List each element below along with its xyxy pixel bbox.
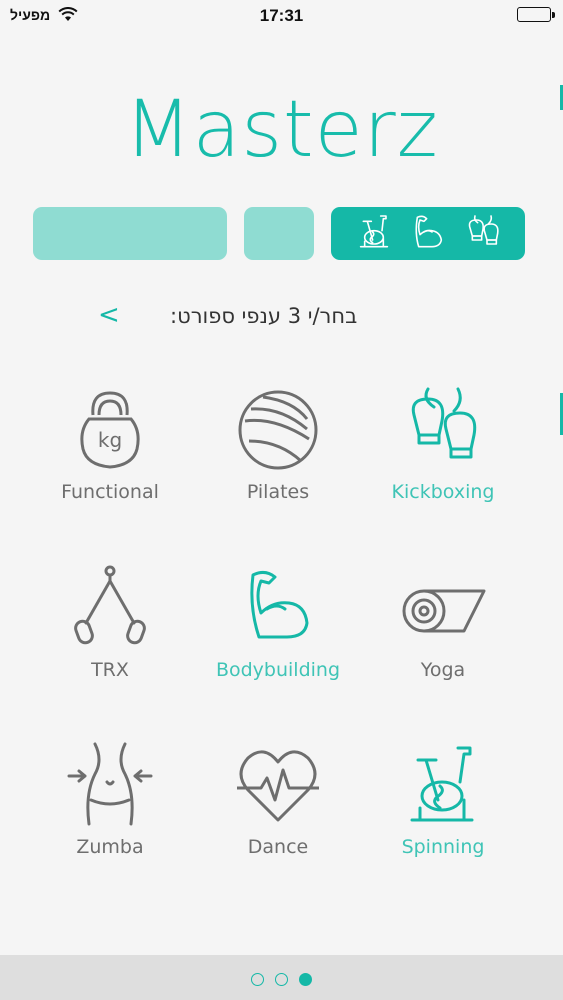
- boxing-gloves-icon: [358, 385, 528, 475]
- sport-label: Functional: [61, 481, 159, 503]
- back-chevron-icon[interactable]: <: [98, 300, 120, 330]
- selection-slot-1[interactable]: [33, 207, 227, 260]
- page-dot-3[interactable]: [299, 973, 313, 986]
- spinning-bike-icon: [354, 212, 394, 256]
- kettlebell-kg-text: kg: [98, 428, 122, 452]
- bodybuilding-arm-icon: [408, 212, 448, 256]
- flexed-arm-icon: [193, 563, 363, 653]
- heartbeat-icon: [193, 740, 363, 830]
- selection-slot-2[interactable]: [244, 207, 314, 260]
- status-bar: מפעיל 17:31: [0, 0, 563, 32]
- trx-straps-icon: [25, 563, 195, 653]
- kettlebell-icon: kg: [25, 385, 195, 475]
- app-title: Masterz: [124, 85, 439, 175]
- yoga-mat-icon: [358, 563, 528, 653]
- sport-yoga[interactable]: Yoga: [358, 563, 528, 681]
- boxing-gloves-icon: [463, 212, 503, 256]
- page-dot-2[interactable]: [275, 973, 288, 986]
- page-dot-1[interactable]: [250, 973, 264, 986]
- battery-icon: [517, 7, 555, 22]
- sport-label: Yoga: [420, 659, 466, 681]
- sport-zumba[interactable]: Zumba: [25, 740, 195, 858]
- sport-dance[interactable]: Dance: [193, 740, 363, 858]
- sport-bodybuilding[interactable]: Bodybuilding: [193, 563, 363, 681]
- pilates-ball-icon: [193, 385, 363, 475]
- app-logo: Masterz: [0, 80, 563, 180]
- page-indicator: [0, 969, 563, 988]
- sport-pilates[interactable]: Pilates: [193, 385, 363, 503]
- sport-functional[interactable]: kg Functional: [25, 385, 195, 503]
- sport-label: Kickboxing: [391, 481, 495, 503]
- spinning-bike-icon: [358, 740, 528, 830]
- sport-label: Pilates: [246, 481, 310, 503]
- sport-trx[interactable]: TRX: [25, 563, 195, 681]
- sport-label: TRX: [91, 659, 129, 681]
- footer-bar: [0, 955, 563, 1000]
- sport-label: Dance: [247, 836, 309, 858]
- sport-spinning[interactable]: Spinning: [358, 740, 528, 858]
- waist-icon: [25, 740, 195, 830]
- status-time: 17:31: [259, 6, 304, 25]
- instruction-text: בחר/י 3 ענפי ספורט:: [170, 304, 358, 328]
- sport-kickboxing[interactable]: Kickboxing: [358, 385, 528, 503]
- sport-label: Spinning: [401, 836, 485, 858]
- instruction-row: < בחר/י 3 ענפי ספורט:: [0, 300, 563, 340]
- selection-slot-filled[interactable]: [331, 207, 525, 260]
- sport-label: Zumba: [76, 836, 144, 858]
- sport-label: Bodybuilding: [215, 659, 341, 681]
